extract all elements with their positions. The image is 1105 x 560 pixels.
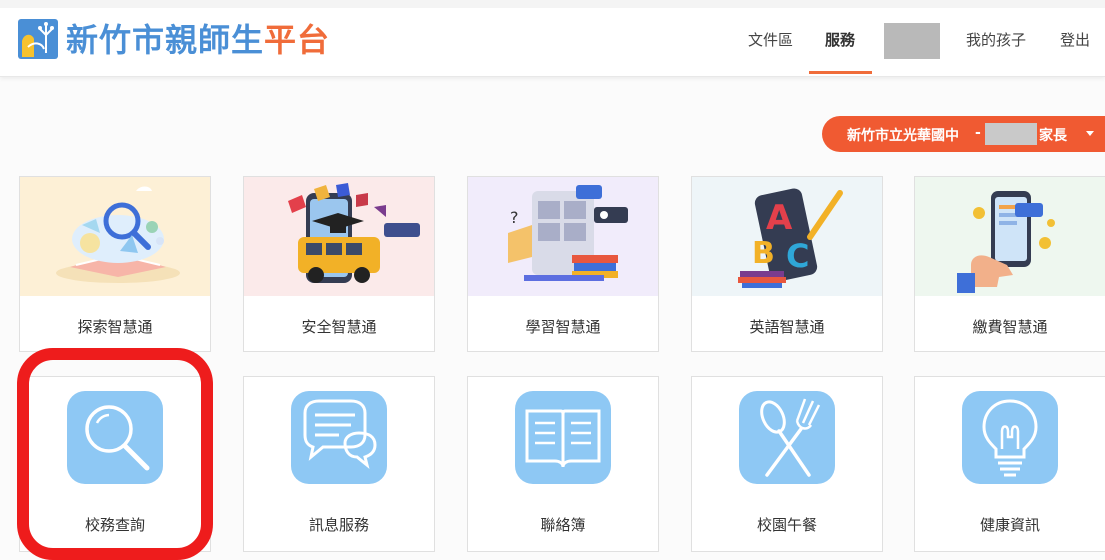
card-label: 安全智慧通 [301,318,377,336]
nav-logout[interactable]: 登出 [1060,29,1090,50]
svg-text:?: ? [510,208,519,227]
card-safety[interactable]: 安全智慧通 [243,176,435,352]
card-label: 健康資訊 [979,516,1040,534]
learning-illustration-icon: ? [468,177,658,296]
lightbulb-icon [962,391,1058,484]
role-redacted-name [985,123,1037,145]
open-book-icon [515,391,611,484]
brand-title-part2: 平台 [264,21,331,59]
role-dash: - [975,125,981,141]
card-label: 繳費智慧通 [972,318,1048,336]
card-label: 校園午餐 [756,516,817,534]
card-label: 校務查詢 [84,516,145,534]
card-label: 訊息服務 [308,516,369,534]
svg-text:C: C [786,237,809,275]
card-english[interactable]: A B C 英語智慧通 [691,176,883,352]
card-message-service[interactable]: 訊息服務 [243,376,435,552]
caret-down-icon [1086,131,1094,136]
role-school: 新竹市立光華國中 [847,128,959,144]
card-label: 聯絡簿 [540,516,586,534]
nav-docs[interactable]: 文件區 [748,29,793,50]
card-label: 學習智慧通 [525,318,601,336]
header: 新竹市親師生平台 文件區 服務 我的孩子 登出 [0,0,1105,77]
role-label: 家長 [1039,128,1067,144]
nav-my-children[interactable]: 我的孩子 [966,29,1026,50]
brand-title-part1: 新竹市親師生 [66,21,265,59]
card-contact-book[interactable]: 聯絡簿 [467,376,659,552]
card-learning[interactable]: ? 學習智慧通 [467,176,659,352]
top-strip [0,0,1105,8]
svg-text:B: B [752,236,775,271]
payment-illustration-icon [915,177,1105,296]
spoon-fork-icon [739,391,835,484]
role-selector-button[interactable]: 新竹市立光華國中 - 家長 [822,116,1105,152]
card-school-query[interactable]: 校務查詢 [19,376,211,552]
card-label: 英語智慧通 [749,318,825,336]
card-explore[interactable]: 探索智慧通 [19,176,211,352]
magnifier-icon [67,391,163,484]
brand-title[interactable]: 新竹市親師生平台 [66,20,330,60]
card-payment[interactable]: 繳費智慧通 [914,176,1105,352]
explore-illustration-icon [20,177,210,296]
logo-icon[interactable] [18,19,58,59]
abc-illustration-icon: A B C [692,177,882,296]
chat-bubble-icon [291,391,387,484]
nav-redacted-item[interactable] [884,23,940,59]
card-health-info[interactable]: 健康資訊 [914,376,1105,552]
svg-text:A: A [766,198,793,238]
card-school-lunch[interactable]: 校園午餐 [691,376,883,552]
school-bus-illustration-icon [244,177,434,296]
nav-services[interactable]: 服務 [825,29,855,50]
card-label: 探索智慧通 [77,318,153,336]
nav-active-indicator [809,71,872,74]
